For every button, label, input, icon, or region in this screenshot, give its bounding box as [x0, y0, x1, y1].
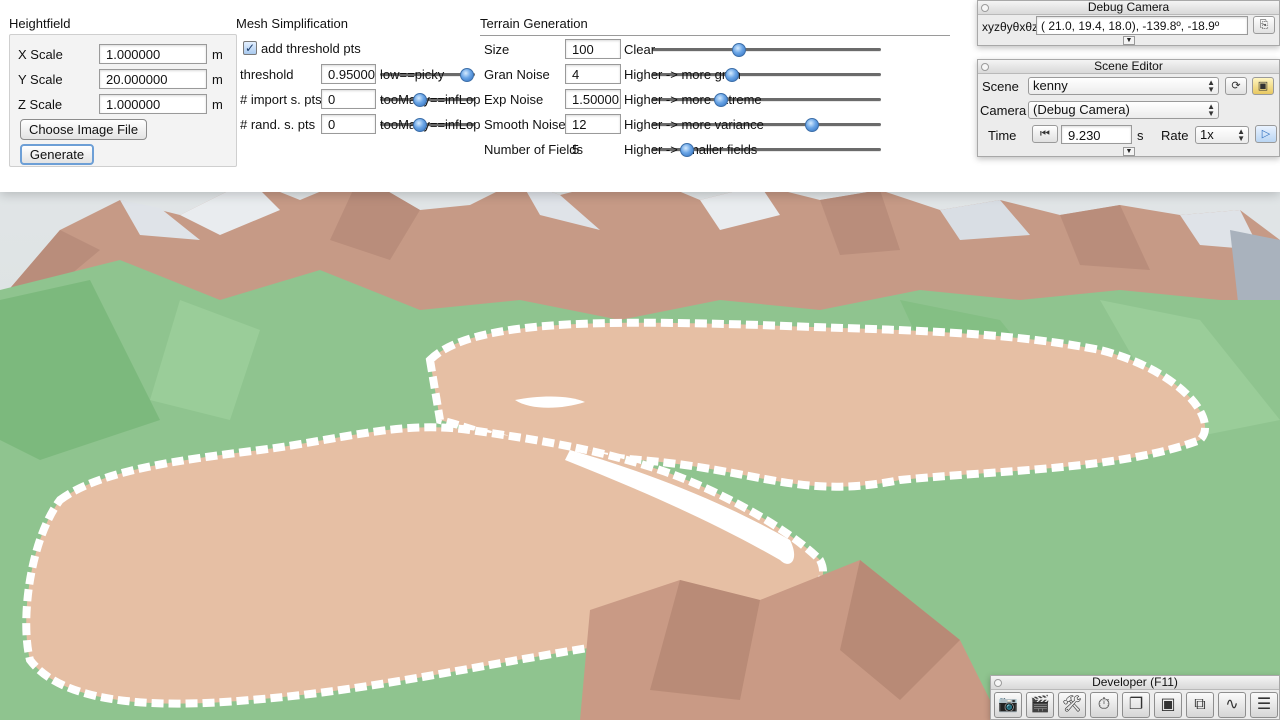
updown-arrows-icon: ▲ ▼	[1207, 78, 1215, 94]
copy-icon[interactable]: ⎘	[1253, 16, 1275, 34]
x-scale-unit: m	[212, 47, 223, 62]
expand-chevron-icon[interactable]: ▼	[1123, 36, 1135, 45]
time-label: Time	[988, 128, 1017, 143]
developer-window: Developer (F11) 📷 🎬 🛠 ⏱ ❐ ▣ ⧉ ∿ ☰	[990, 675, 1280, 720]
import-pts-label: # import s. pts	[240, 92, 322, 107]
terrain-generation-title: Terrain Generation	[480, 16, 588, 31]
smooth-noise-hint: Higher -> more variance	[624, 117, 764, 132]
updown-arrows-icon: ▲ ▼	[1237, 127, 1245, 143]
gran-noise-field[interactable]: 4	[565, 64, 621, 84]
gran-noise-label: Gran Noise	[484, 67, 550, 82]
import-pts-field[interactable]: 0	[321, 89, 376, 109]
close-icon[interactable]	[981, 63, 989, 71]
mesh-simplification-title: Mesh Simplification	[236, 16, 348, 31]
camera-select-value: (Debug Camera)	[1033, 102, 1130, 117]
camera-icon[interactable]: 📷	[994, 692, 1022, 718]
smooth-noise-label: Smooth Noise	[484, 117, 566, 132]
rand-pts-hint: tooMany==infLop	[380, 117, 481, 132]
smooth-noise-slider-knob[interactable]	[804, 118, 819, 132]
gran-noise-hint: Higher -> more gran	[624, 67, 741, 82]
terrain-divider	[480, 35, 950, 36]
size-slider-track[interactable]	[652, 48, 881, 51]
developer-titlebar[interactable]: Developer (F11)	[991, 676, 1279, 690]
z-scale-field[interactable]: 1.000000	[99, 94, 207, 114]
threshold-slider-knob[interactable]	[460, 68, 474, 82]
exp-noise-hint: Higher -> more extreme	[624, 92, 762, 107]
expand-chevron-icon[interactable]: ▼	[1123, 147, 1135, 156]
stopwatch-icon[interactable]: ⏱	[1090, 692, 1118, 718]
generate-button[interactable]: Generate	[20, 144, 94, 165]
x-scale-label: X Scale	[18, 47, 63, 62]
time-field[interactable]: 9.230	[1061, 125, 1132, 144]
developer-title: Developer (F11)	[1092, 675, 1178, 689]
heightfield-title: Heightfield	[9, 16, 71, 31]
console-icon[interactable]: ▣	[1154, 692, 1182, 718]
y-scale-label: Y Scale	[18, 72, 63, 87]
scene-select[interactable]: kenny ▲ ▼	[1028, 77, 1219, 95]
size-slider-knob[interactable]	[731, 43, 746, 57]
choose-image-file-button[interactable]: Choose Image File	[20, 119, 147, 140]
rand-pts-slider-knob[interactable]	[413, 118, 427, 132]
scene-graph-icon[interactable]: ⧉	[1186, 692, 1214, 718]
debug-camera-titlebar[interactable]: Debug Camera	[978, 1, 1279, 15]
rate-select[interactable]: 1x ▲ ▼	[1195, 126, 1249, 144]
import-pts-hint: tooMany==infLop	[380, 92, 481, 107]
exp-noise-field[interactable]: 1.50000	[565, 89, 621, 109]
time-unit: s	[1137, 128, 1144, 143]
rate-label: Rate	[1161, 128, 1189, 143]
gran-noise-slider-knob[interactable]	[725, 68, 740, 82]
smooth-noise-field[interactable]: 12	[565, 114, 621, 134]
heightfield-group: X Scale 1.000000 m Y Scale 20.000000 m Z…	[9, 34, 237, 167]
threshold-hint: low==picky	[380, 67, 445, 82]
close-icon[interactable]	[994, 679, 1002, 687]
y-scale-field[interactable]: 20.000000	[99, 69, 207, 89]
import-pts-slider-knob[interactable]	[413, 93, 427, 107]
z-scale-label: Z Scale	[18, 97, 63, 112]
close-icon[interactable]	[981, 4, 989, 12]
camera-select[interactable]: (Debug Camera) ▲ ▼	[1028, 101, 1219, 119]
exp-noise-label: Exp Noise	[484, 92, 544, 107]
scene-select-value: kenny	[1033, 78, 1068, 93]
rand-pts-label: # rand. s. pts	[240, 117, 316, 132]
profiler-icon[interactable]: ∿	[1218, 692, 1246, 718]
scene-editor-titlebar[interactable]: Scene Editor	[978, 60, 1279, 74]
lock-icon[interactable]: ▣	[1252, 77, 1274, 95]
y-scale-unit: m	[212, 72, 223, 87]
updown-arrows-icon: ▲ ▼	[1207, 102, 1215, 118]
add-threshold-checkbox[interactable]: ✓	[243, 41, 257, 55]
play-icon[interactable]: ▷	[1255, 125, 1277, 143]
x-scale-field[interactable]: 1.000000	[99, 44, 207, 64]
threshold-field[interactable]: 0.95000	[321, 64, 376, 84]
size-label: Size	[484, 42, 510, 57]
camera-label: Camera	[980, 103, 1027, 118]
notes-icon[interactable]: ☰	[1250, 692, 1278, 718]
tools-icon[interactable]: 🛠	[1058, 692, 1086, 718]
new-window-icon[interactable]: ❐	[1122, 692, 1150, 718]
camera-coords-label: xyzθyθxθz	[982, 20, 1039, 34]
camera-coords-field[interactable]: ( 21.0, 19.4, 18.0), -139.8º, -18.9º	[1036, 16, 1248, 35]
debug-camera-window: Debug Camera xyzθyθxθz ( 21.0, 19.4, 18.…	[977, 0, 1280, 46]
scene-editor-window: Scene Editor Scene kenny ▲ ▼ ⟳ ▣ Camera (…	[977, 59, 1280, 157]
number-of-fields-field[interactable]: 5	[565, 139, 621, 159]
size-field[interactable]: 100	[565, 39, 621, 59]
number-of-fields-slider-knob[interactable]	[679, 143, 694, 157]
reset-time-icon[interactable]: ⏮	[1032, 125, 1058, 143]
z-scale-unit: m	[212, 97, 223, 112]
scene-editor-title: Scene Editor	[1094, 59, 1163, 73]
debug-camera-title: Debug Camera	[1087, 0, 1170, 14]
rand-pts-field[interactable]: 0	[321, 114, 376, 134]
threshold-label: threshold	[240, 67, 294, 82]
reload-icon[interactable]: ⟳	[1225, 77, 1247, 95]
size-hint: Clear	[624, 42, 656, 57]
clapper-icon[interactable]: 🎬	[1026, 692, 1054, 718]
scene-label: Scene	[982, 79, 1019, 94]
add-threshold-label: add threshold pts	[261, 41, 361, 56]
rate-select-value: 1x	[1200, 127, 1214, 142]
